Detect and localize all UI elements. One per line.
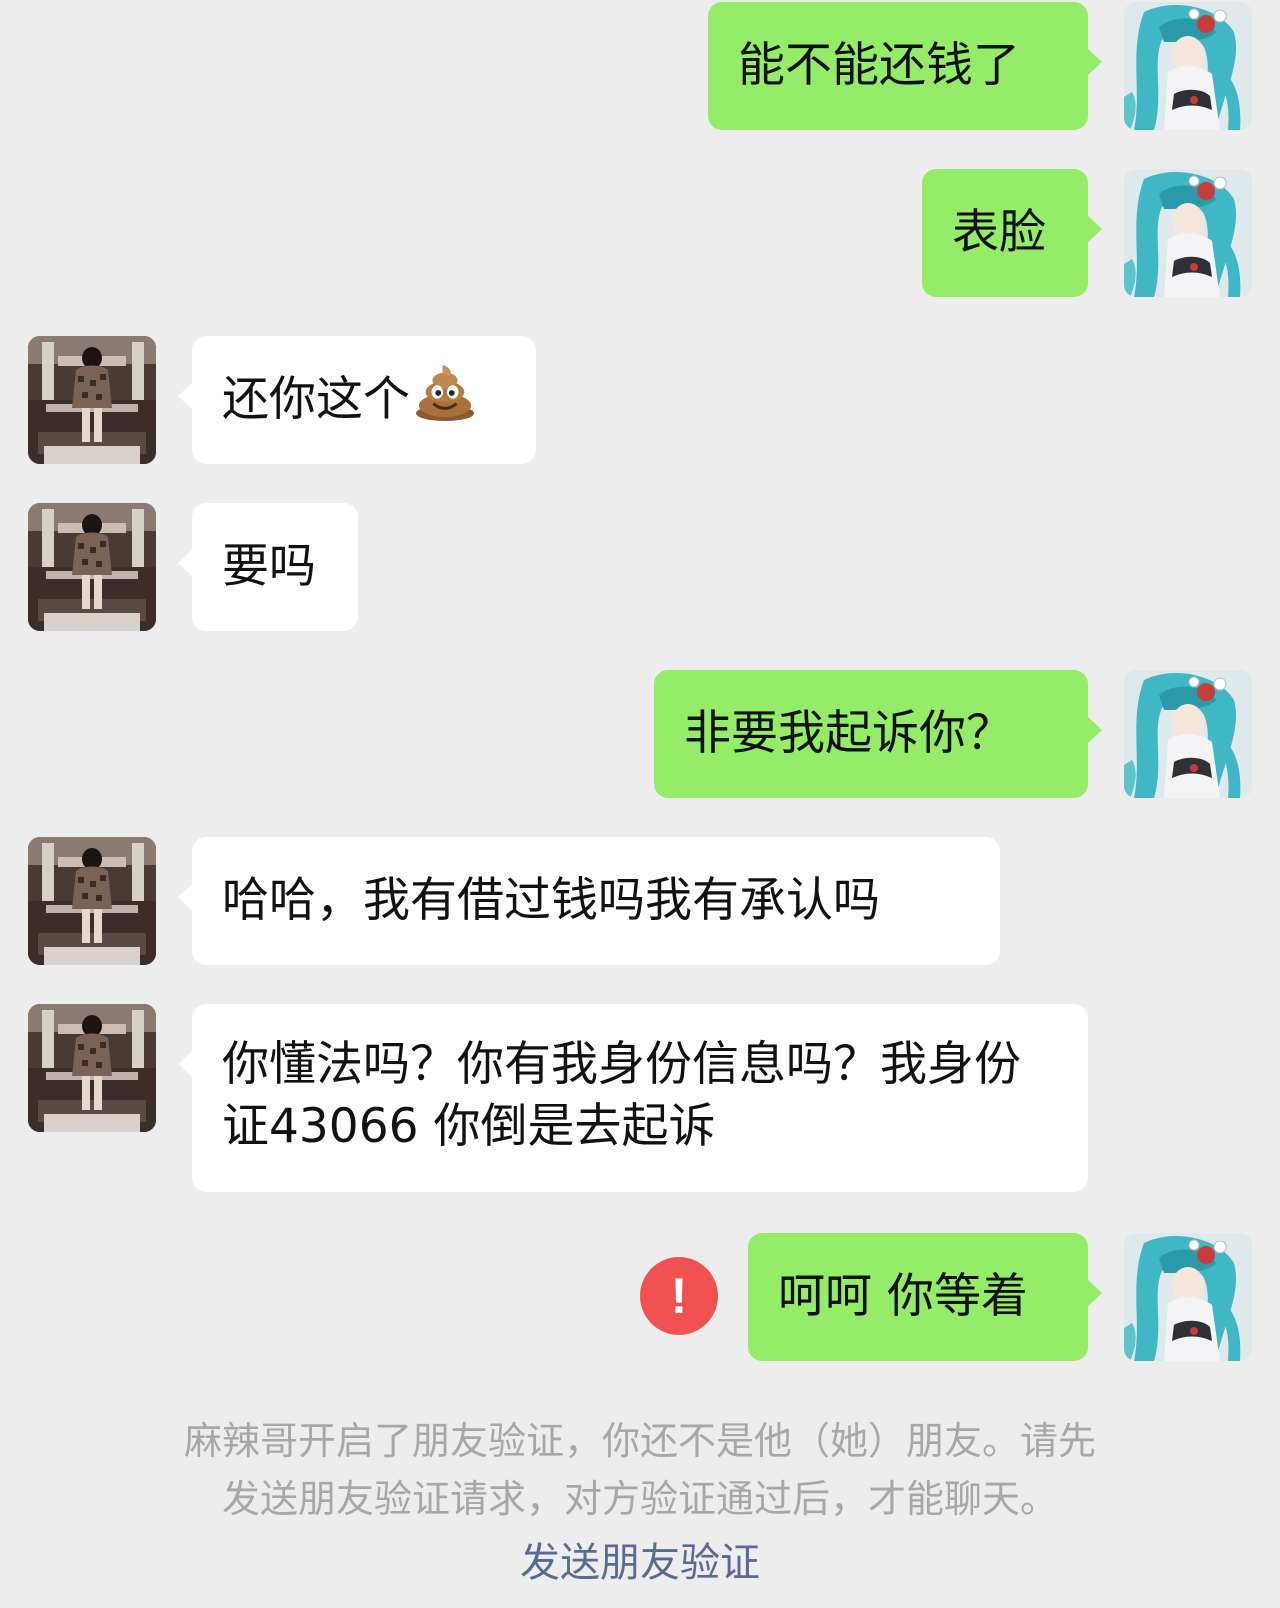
system-notice-line: 发送朋友验证请求，对方验证通过后，才能聊天。: [221, 1477, 1058, 1521]
message-text: 要吗: [222, 539, 316, 594]
message-text: 表脸: [952, 205, 1046, 260]
message-bubble-incoming[interactable]: 还你这个: [178, 336, 536, 464]
message-bubble-outgoing[interactable]: 呵呵 你等着: [748, 1233, 1102, 1361]
message-text: 非要我起诉你？: [684, 706, 1013, 761]
system-notice: 麻辣哥开启了朋友验证，你还不是他（她）朋友。请先 发送朋友验证请求，对方验证通过…: [0, 1412, 1280, 1528]
self-avatar[interactable]: [1124, 670, 1252, 798]
contact-avatar[interactable]: [28, 336, 156, 464]
self-avatar[interactable]: [1124, 2, 1252, 130]
message-bubble-incoming[interactable]: 要吗: [178, 503, 358, 631]
contact-avatar[interactable]: [28, 1004, 156, 1132]
self-avatar[interactable]: [1124, 1233, 1252, 1361]
send-failed-icon[interactable]: !: [640, 1257, 718, 1335]
message-bubble-outgoing[interactable]: 能不能还钱了: [708, 2, 1102, 130]
contact-avatar[interactable]: [28, 837, 156, 965]
send-friend-verification-link[interactable]: 发送朋友验证: [0, 1534, 1280, 1592]
message-text: 你懂法吗？你有我身份信息吗？我身份证43066 你倒是去起诉: [222, 1037, 1021, 1154]
message-text: 呵呵 你等着: [778, 1269, 1028, 1324]
poop-icon: [416, 364, 474, 421]
message-text: 还你这个: [222, 372, 410, 427]
message-text: 能不能还钱了: [738, 38, 1020, 93]
message-bubble-outgoing[interactable]: 非要我起诉你？: [654, 670, 1102, 798]
message-bubble-incoming[interactable]: 哈哈，我有借过钱吗我有承认吗: [178, 837, 1000, 965]
message-bubble-incoming[interactable]: 你懂法吗？你有我身份信息吗？我身份证43066 你倒是去起诉: [178, 1004, 1088, 1192]
message-bubble-outgoing[interactable]: 表脸: [922, 169, 1102, 297]
system-notice-line: 麻辣哥开启了朋友验证，你还不是他（她）朋友。请先: [183, 1419, 1096, 1463]
message-text: 哈哈，我有借过钱吗我有承认吗: [222, 873, 880, 928]
contact-avatar[interactable]: [28, 503, 156, 631]
self-avatar[interactable]: [1124, 169, 1252, 297]
